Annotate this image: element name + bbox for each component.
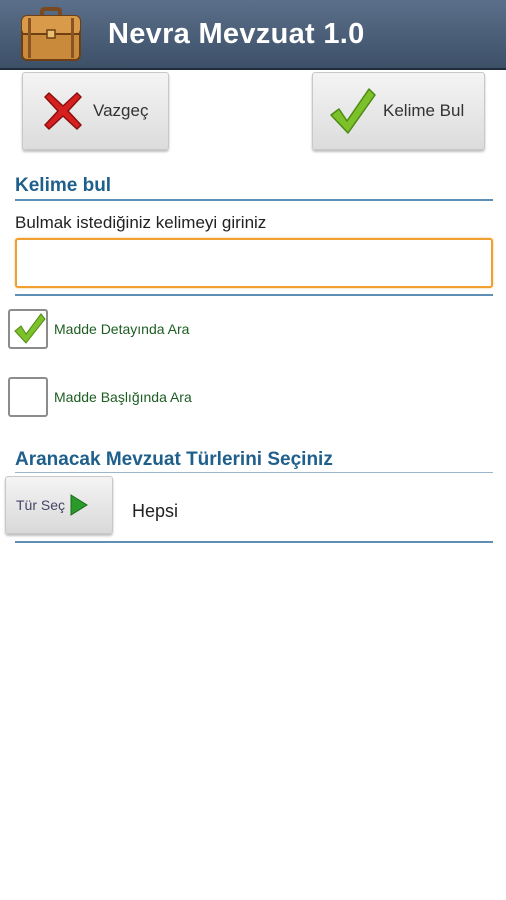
option-detail-row[interactable]: Madde Detayında Ara xyxy=(8,309,189,349)
selected-type-value: Hepsi xyxy=(132,501,179,521)
cancel-button[interactable]: Vazgeç xyxy=(22,72,169,150)
search-prompt: Bulmak istediğiniz kelimeyi giriniz xyxy=(15,213,267,232)
option-title-checkbox[interactable] xyxy=(8,377,48,417)
play-arrow-icon xyxy=(70,494,88,516)
search-input[interactable] xyxy=(15,238,493,288)
briefcase-icon xyxy=(21,7,81,61)
types-section-divider xyxy=(15,472,493,473)
select-type-button-label: Tür Seç xyxy=(16,497,66,513)
app-title: Nevra Mevzuat 1.0 xyxy=(108,18,365,50)
option-title-label: Madde Başlığında Ara xyxy=(54,389,192,405)
find-word-button-label: Kelime Bul xyxy=(383,101,465,120)
check-icon xyxy=(14,313,46,344)
option-detail-label: Madde Detayında Ara xyxy=(54,321,190,337)
find-word-button[interactable]: Kelime Bul xyxy=(312,72,485,150)
option-title-row[interactable]: Madde Başlığında Ara xyxy=(8,377,192,417)
search-input-divider xyxy=(15,294,493,296)
types-section-title: Aranacak Mevzuat Türlerini Seçiniz xyxy=(15,449,333,470)
cancel-button-label: Vazgeç xyxy=(93,101,149,120)
search-section-divider xyxy=(15,199,493,201)
green-check-icon xyxy=(330,88,376,134)
types-bottom-divider xyxy=(15,541,493,543)
title-bar: Nevra Mevzuat 1.0 xyxy=(0,0,506,70)
red-x-icon xyxy=(44,92,82,130)
select-type-button[interactable]: Tür Seç xyxy=(5,476,113,534)
search-section-title: Kelime bul xyxy=(15,175,112,196)
option-detail-checkbox[interactable] xyxy=(8,309,48,349)
